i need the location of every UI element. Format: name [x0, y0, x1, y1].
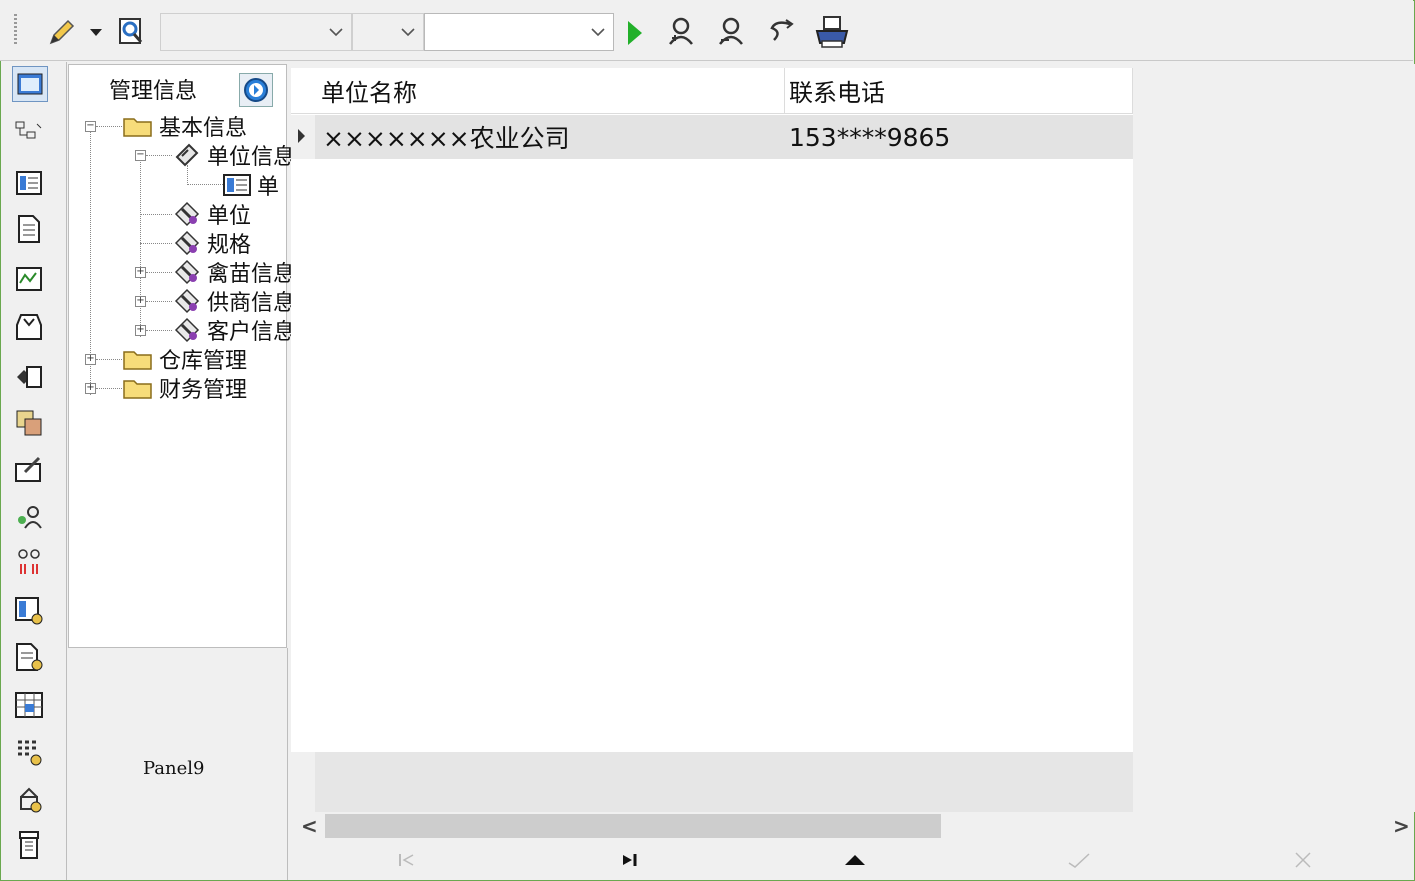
column-header-label: 单位名称	[321, 79, 417, 107]
pencil-icon[interactable]	[44, 16, 78, 50]
tree-connector	[140, 157, 141, 337]
panel-strip	[248, 648, 288, 880]
tree-node-basic-info[interactable]: 基本信息	[123, 111, 247, 141]
last-record-icon[interactable]	[610, 846, 650, 874]
preview-icon[interactable]	[114, 14, 148, 48]
tree-panel: 管理信息 − − + + + + + 基本信息 单位信息 单 单位 规格 禽苗信…	[68, 64, 295, 648]
insert-record-icon[interactable]	[835, 846, 875, 874]
grid-footer	[315, 752, 1133, 812]
worker-icon[interactable]	[12, 782, 46, 816]
collapse-toggle[interactable]: −	[135, 150, 146, 161]
tree-connector	[146, 155, 172, 156]
first-record-icon[interactable]	[387, 846, 427, 874]
toolbar-grip[interactable]	[14, 14, 17, 46]
tree-title: 管理信息	[109, 79, 198, 104]
data-grid: 单位名称 联系电话 ×××××××农业公司 153****9865	[291, 68, 1133, 752]
tree-connector	[146, 330, 172, 331]
column-header-label: 联系电话	[789, 79, 885, 107]
module-icon[interactable]	[12, 360, 46, 394]
collapse-panel-button[interactable]	[239, 73, 273, 107]
tree-connector	[140, 214, 172, 215]
scroll-left-icon[interactable]: <	[301, 814, 318, 838]
tree-node-supplier-info[interactable]: 供商信息	[173, 286, 295, 316]
glasses-icon[interactable]	[12, 546, 46, 580]
edit-icon[interactable]	[12, 452, 46, 486]
tree-node-unit-info[interactable]: 单位信息	[173, 140, 295, 170]
table-cell[interactable]: 153****9865	[785, 115, 1133, 159]
tree-connector	[187, 184, 223, 185]
tree-node-warehouse[interactable]: 仓库管理	[123, 344, 247, 374]
toolbar	[0, 0, 1413, 61]
tree-connector	[96, 126, 122, 127]
hierarchy-icon[interactable]	[12, 116, 46, 150]
dropdown-arrow-icon[interactable]	[88, 26, 104, 40]
tree-node-finance[interactable]: 财务管理	[123, 373, 247, 403]
tree-node-customer-info[interactable]: 客户信息	[173, 315, 295, 345]
run-icon[interactable]	[624, 18, 646, 48]
circle-arrow-icon	[244, 78, 268, 102]
post-record-icon[interactable]	[1059, 846, 1099, 874]
panel9: Panel9	[68, 648, 249, 880]
expand-toggle[interactable]: +	[135, 296, 146, 307]
page-report-icon[interactable]	[12, 640, 46, 674]
row-indicator[interactable]	[291, 115, 316, 159]
expand-toggle[interactable]: +	[85, 354, 96, 365]
wrench-icon	[174, 317, 200, 343]
list-icon	[223, 174, 251, 196]
list-icon[interactable]	[12, 166, 46, 200]
tree-header: 管理信息	[69, 65, 286, 111]
grid-empty-area	[1133, 64, 1415, 812]
filter-value-combo[interactable]	[424, 13, 614, 51]
wrench-icon	[174, 230, 200, 256]
tree-node-poultry-info[interactable]: 禽苗信息	[173, 257, 295, 287]
chart-icon[interactable]	[12, 262, 46, 296]
record-navigator	[293, 840, 1413, 880]
folder-icon	[123, 118, 152, 137]
cancel-record-icon[interactable]	[1283, 846, 1323, 874]
cell-phone: 153****9865	[789, 122, 951, 152]
column-header-phone[interactable]: 联系电话	[785, 68, 1133, 114]
table-cell[interactable]: ×××××××农业公司	[315, 115, 785, 159]
horizontal-scrollbar[interactable]: < >	[293, 812, 1413, 840]
tree-node-unit-list[interactable]: 单	[223, 170, 279, 200]
tree-connector	[96, 388, 122, 389]
expand-toggle[interactable]: +	[135, 267, 146, 278]
scroll-thumb[interactable]	[325, 814, 941, 838]
users-icon[interactable]	[12, 500, 46, 534]
column-header-unit-name[interactable]: 单位名称	[291, 68, 785, 114]
trash-icon[interactable]	[12, 828, 46, 862]
tree-connector	[146, 301, 172, 302]
expand-toggle[interactable]: +	[85, 383, 96, 394]
filter-operator-combo[interactable]	[352, 13, 424, 51]
folder-icon	[123, 380, 152, 399]
form-icon[interactable]	[12, 66, 48, 102]
wrench-icon	[174, 259, 200, 285]
table-icon[interactable]	[12, 688, 46, 722]
inbox-icon[interactable]	[12, 310, 46, 344]
cell-unit-name: ×××××××农业公司	[323, 124, 570, 153]
tree-node-unit[interactable]: 单位	[173, 199, 251, 229]
document-icon[interactable]	[12, 212, 46, 246]
wrench-icon	[174, 201, 200, 227]
tree-node-spec[interactable]: 规格	[173, 228, 251, 258]
find-user-minus-icon[interactable]	[714, 14, 748, 48]
collapse-toggle[interactable]: −	[85, 121, 96, 132]
panel9-label: Panel9	[143, 758, 205, 779]
calculator-icon[interactable]	[12, 736, 46, 770]
filter-field-combo[interactable]	[160, 13, 352, 51]
print-icon[interactable]	[812, 14, 852, 50]
tree-connector	[140, 243, 172, 244]
tree-connector	[96, 359, 122, 360]
report-icon[interactable]	[12, 594, 46, 628]
grid-icon[interactable]	[12, 406, 46, 440]
module-icon-bar	[2, 62, 67, 880]
scroll-right-icon[interactable]: >	[1393, 814, 1410, 838]
tools-icon	[175, 143, 199, 167]
tree-connector	[146, 272, 172, 273]
folder-icon	[123, 351, 152, 370]
wrench-icon	[174, 288, 200, 314]
refresh-icon[interactable]	[764, 16, 798, 46]
expand-toggle[interactable]: +	[135, 325, 146, 336]
find-user-icon[interactable]	[664, 14, 698, 48]
